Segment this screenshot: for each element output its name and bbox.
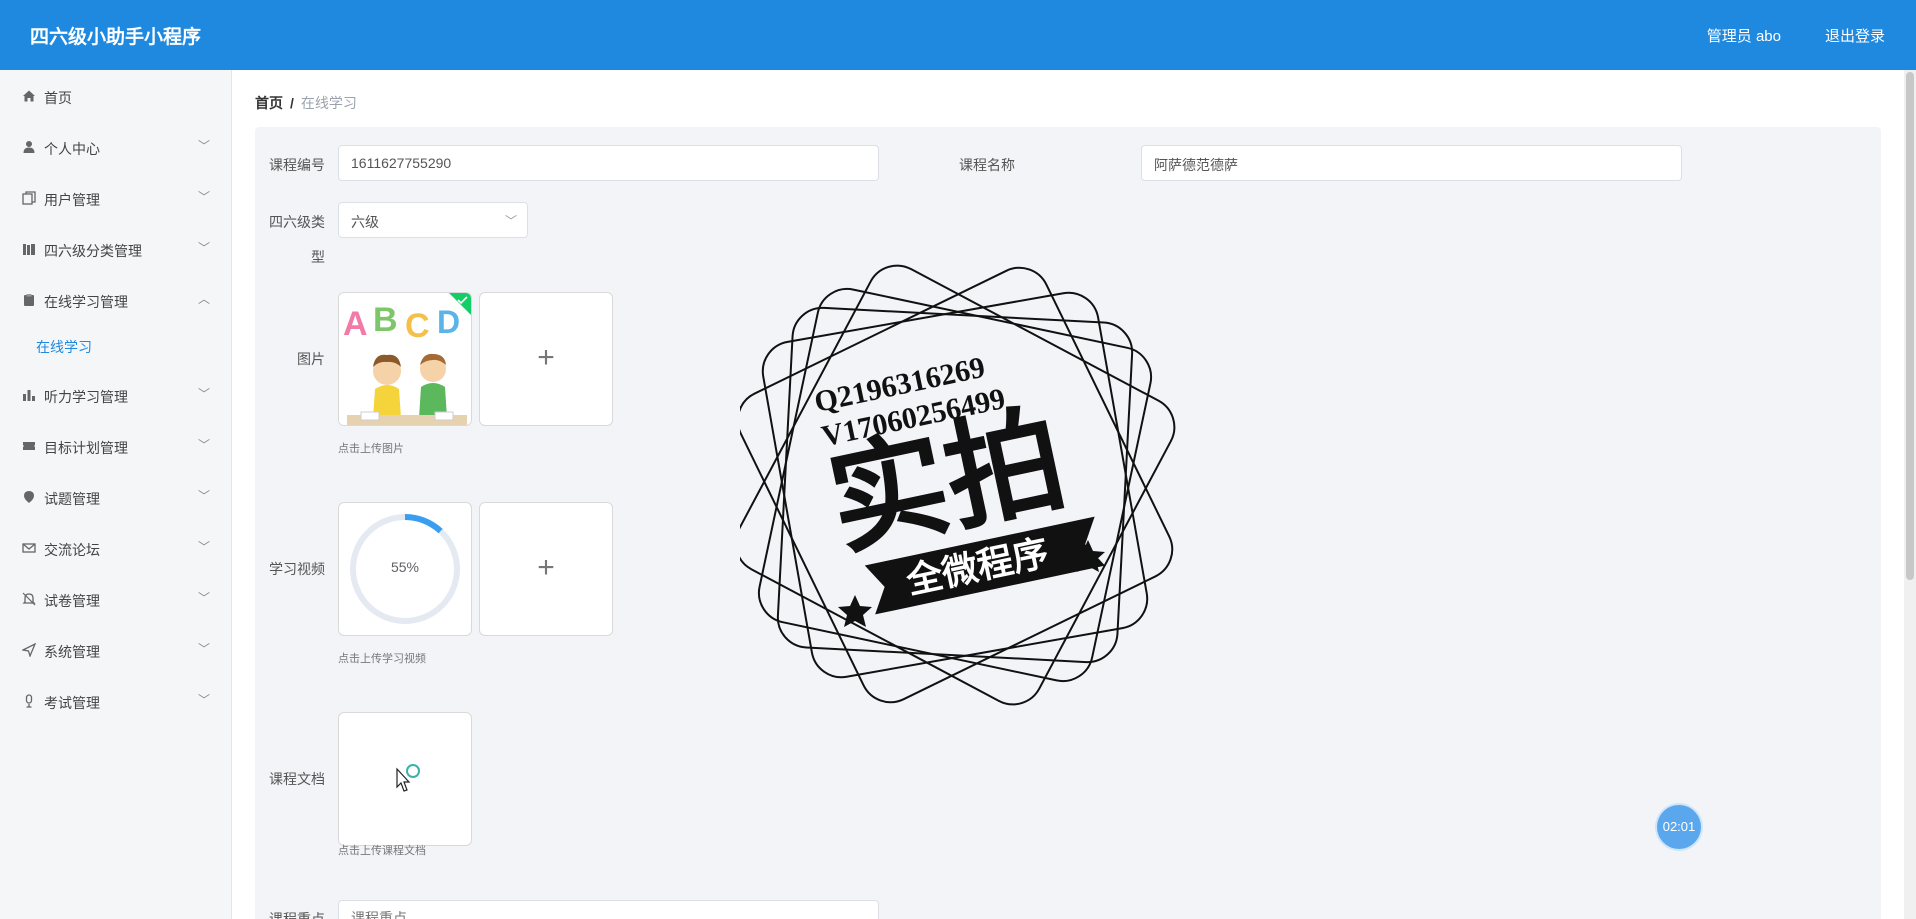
sidebar-item-exam-management[interactable]: 考试管理 ﹀	[0, 681, 232, 721]
level-type-value: 六级	[351, 214, 379, 230]
sidebar-item-paper-management[interactable]: 试卷管理 ﹀	[0, 579, 232, 619]
course-no-label: 课程编号	[269, 157, 325, 173]
clipboard-icon	[24, 294, 34, 306]
sidebar-item-online-study-management[interactable]: 在线学习管理 ︿	[0, 280, 232, 320]
pin-icon	[24, 491, 34, 503]
video-upload-progress: 55%	[338, 502, 472, 636]
mic-icon	[25, 694, 33, 708]
sidebar-item-goal-plan-management[interactable]: 目标计划管理 ﹀	[0, 426, 232, 466]
sidebar-item-home[interactable]: 首页	[0, 76, 232, 116]
sidebar-subitem-label: 在线学习	[36, 339, 92, 355]
bell-icon	[22, 592, 36, 606]
type-label-line1: 四六级类	[269, 214, 325, 230]
video-upload-button[interactable]: +	[479, 502, 613, 636]
main-content: 首页 / 在线学习 课程编号 1611627755290 课程名称 阿萨德范德萨 四…	[232, 70, 1904, 919]
breadcrumb-home[interactable]: 首页	[255, 95, 283, 111]
sidebar-item-user-management[interactable]: 用户管理 ﹀	[0, 178, 232, 218]
focus-label: 课程重点	[269, 911, 325, 919]
chevron-down-icon: ﹀	[197, 642, 210, 656]
sidebar-item-label: 目标计划管理	[44, 440, 128, 456]
sidebar-subitem-online-study[interactable]: 在线学习	[0, 325, 232, 365]
admin-user-label: 管理员 abo	[1706, 28, 1781, 45]
breadcrumb-separator: /	[290, 95, 294, 111]
course-focus-input[interactable]	[338, 900, 879, 919]
chevron-down-icon: ﹀	[197, 139, 210, 153]
sidebar-item-label: 交流论坛	[44, 542, 100, 558]
sidebar-item-label: 在线学习管理	[44, 294, 128, 310]
app-title: 四六级小助手小程序	[30, 27, 202, 48]
sidebar-item-forum[interactable]: 交流论坛 ﹀	[0, 528, 232, 568]
breadcrumb: 首页 / 在线学习	[255, 93, 357, 113]
course-name-input[interactable]: 阿萨德范德萨	[1141, 145, 1682, 181]
sidebar-item-label: 用户管理	[44, 192, 100, 208]
image-upload-button[interactable]: +	[479, 292, 613, 426]
chevron-up-icon: ︿	[197, 292, 210, 306]
sidebar-item-listening-management[interactable]: 听力学习管理 ﹀	[0, 375, 232, 415]
course-form: 课程编号 1611627755290 课程名称 阿萨德范德萨 四六级类 型 六级…	[255, 127, 1881, 919]
chevron-down-icon: ﹀	[197, 387, 210, 401]
books-icon	[23, 244, 35, 255]
plus-icon: +	[537, 341, 555, 374]
sidebar-item-level-category[interactable]: 四六级分类管理 ﹀	[0, 229, 232, 269]
mail-icon	[22, 543, 36, 553]
progress-percent: 55%	[390, 559, 420, 575]
breadcrumb-current: 在线学习	[300, 95, 357, 111]
doc-upload-button[interactable]	[338, 712, 472, 846]
recording-timer-badge[interactable]: 02:01	[1657, 805, 1701, 849]
sidebar-item-label: 四六级分类管理	[44, 243, 142, 259]
sidebar-item-system-management[interactable]: 系统管理 ﹀	[0, 630, 232, 670]
course-no-input[interactable]: 1611627755290	[338, 145, 879, 181]
sidebar: 首页 个人中心 ﹀ 用户管理 ﹀ 四六级分类管理 ﹀ 在线学习管理 ︿ 在线学习…	[0, 70, 232, 919]
doc-label: 课程文档	[269, 771, 325, 787]
uploaded-image-thumbnail[interactable]: A B C D	[338, 292, 472, 426]
copy-icon	[22, 191, 36, 205]
send-icon	[22, 643, 36, 657]
chevron-down-icon: ﹀	[197, 540, 210, 554]
scrollbar-thumb[interactable]	[1906, 72, 1914, 580]
sidebar-item-label: 系统管理	[44, 644, 100, 660]
sidebar-item-personal-center[interactable]: 个人中心 ﹀	[0, 127, 232, 167]
letter-b: B	[373, 301, 398, 339]
chevron-down-icon: ﹀	[197, 438, 210, 452]
letter-d: D	[437, 304, 460, 340]
video-label: 学习视频	[269, 561, 325, 577]
doc-upload-hint: 点击上传课程文档	[338, 845, 426, 857]
ticket-icon	[23, 442, 35, 450]
logout-button[interactable]: 退出登录	[1825, 25, 1885, 46]
sidebar-item-label: 考试管理	[44, 695, 100, 711]
sidebar-item-label: 个人中心	[44, 141, 100, 157]
chevron-down-icon: ﹀	[197, 241, 210, 255]
chevron-down-icon: ﹀	[504, 214, 517, 228]
letter-c: C	[405, 307, 430, 345]
sidebar-item-label: 首页	[44, 90, 72, 106]
bar-chart-icon	[23, 390, 35, 401]
sidebar-item-label: 试题管理	[44, 491, 100, 507]
plus-icon: +	[537, 551, 555, 584]
sidebar-item-label: 试卷管理	[44, 593, 100, 609]
course-name-label: 课程名称	[959, 157, 1015, 173]
top-header: 四六级小助手小程序 管理员 abo 退出登录	[0, 0, 1916, 70]
video-upload-hint: 点击上传学习视频	[338, 653, 426, 665]
image-label: 图片	[297, 351, 325, 367]
user-icon	[23, 141, 35, 153]
page-scrollbar[interactable]	[1904, 70, 1916, 919]
mouse-cursor-icon	[396, 764, 420, 792]
letter-a: A	[343, 305, 368, 343]
chevron-down-icon: ﹀	[197, 489, 210, 503]
abc-kids-image: A B C D	[339, 293, 471, 425]
image-upload-hint: 点击上传图片	[338, 443, 404, 455]
type-label-line2: 型	[311, 249, 325, 265]
home-icon	[23, 90, 35, 102]
chevron-down-icon: ﹀	[197, 190, 210, 204]
sidebar-item-question-management[interactable]: 试题管理 ﹀	[0, 477, 232, 517]
level-type-select[interactable]: 六级 ﹀	[338, 202, 528, 238]
chevron-down-icon: ﹀	[197, 591, 210, 605]
chevron-down-icon: ﹀	[197, 693, 210, 707]
sidebar-item-label: 听力学习管理	[44, 389, 128, 405]
